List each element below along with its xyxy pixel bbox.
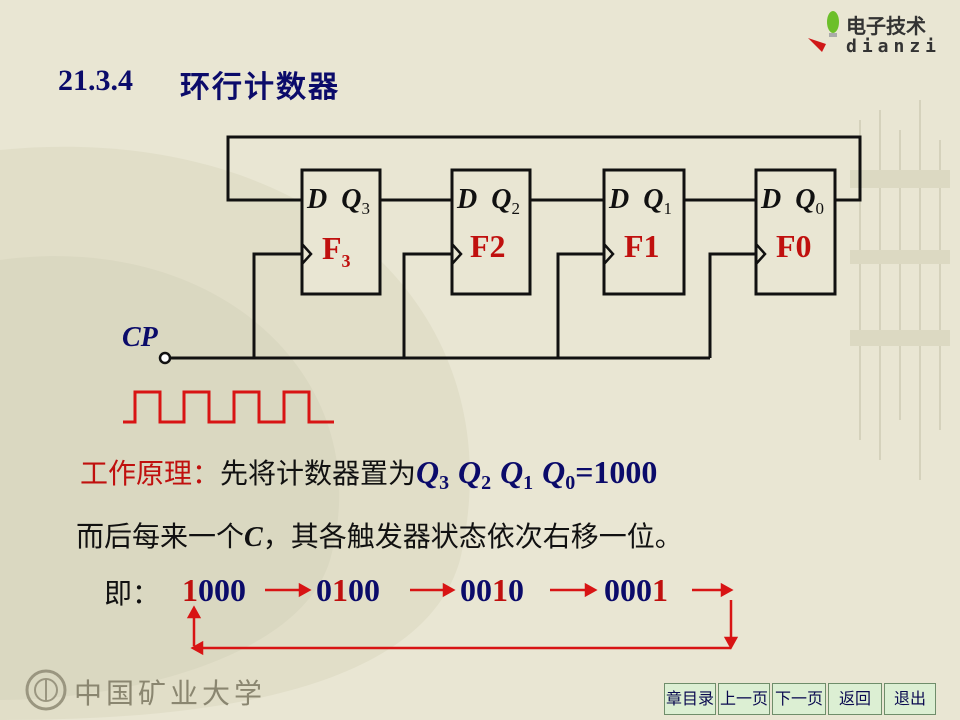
exit-button[interactable]: 退出 (884, 683, 936, 715)
ring-counter-circuit (123, 135, 862, 656)
state-0100: 0100 (316, 572, 380, 608)
back-button[interactable]: 返回 (828, 683, 882, 715)
q3-symbol: Q3 (416, 454, 450, 494)
q2-symbol: Q2 (458, 454, 492, 494)
flipflop-f3-pins: D Q3 (307, 184, 370, 218)
shift-sentence: 而后每来一个C，其各触发器状态依次右移一位。 (76, 520, 683, 553)
clock-waveform (123, 390, 334, 424)
state-0010: 0010 (460, 572, 524, 608)
flipflop-f2-name: F2 (470, 228, 506, 264)
principle-label: 工作原理： (80, 457, 221, 490)
initial-value: =1000 (575, 454, 658, 490)
flipflop-f0-name: F0 (776, 228, 812, 264)
next-page-button[interactable]: 下一页 (772, 683, 826, 715)
clock-label: CP (122, 322, 158, 353)
state-1000: 1000 (182, 572, 246, 608)
prev-page-button[interactable]: 上一页 (718, 683, 770, 715)
flipflop-f0-pins: D Q0 (761, 184, 824, 218)
principle-text: 先将计数器置为 (220, 457, 417, 490)
principle-line: 工作原理：先将计数器置为Q3 Q2 Q1 Q0=1000 (80, 452, 657, 495)
flipflop-f2-pins: D Q2 (457, 184, 520, 218)
sequence-prefix: 即： (104, 577, 161, 610)
flipflop-f1-name: F1 (624, 228, 660, 264)
state-0001: 0001 (604, 572, 668, 608)
university-name: 中国矿业大学 (74, 677, 267, 710)
q0-symbol: Q0 (542, 454, 576, 494)
flipflop-f3-name: F3 (322, 230, 351, 271)
flipflop-f1-pins: D Q1 (609, 184, 672, 218)
toc-button[interactable]: 章目录 (664, 683, 716, 715)
university-seal-icon (25, 669, 67, 711)
q1-symbol: Q1 (500, 454, 534, 494)
clock-terminal (158, 351, 172, 365)
